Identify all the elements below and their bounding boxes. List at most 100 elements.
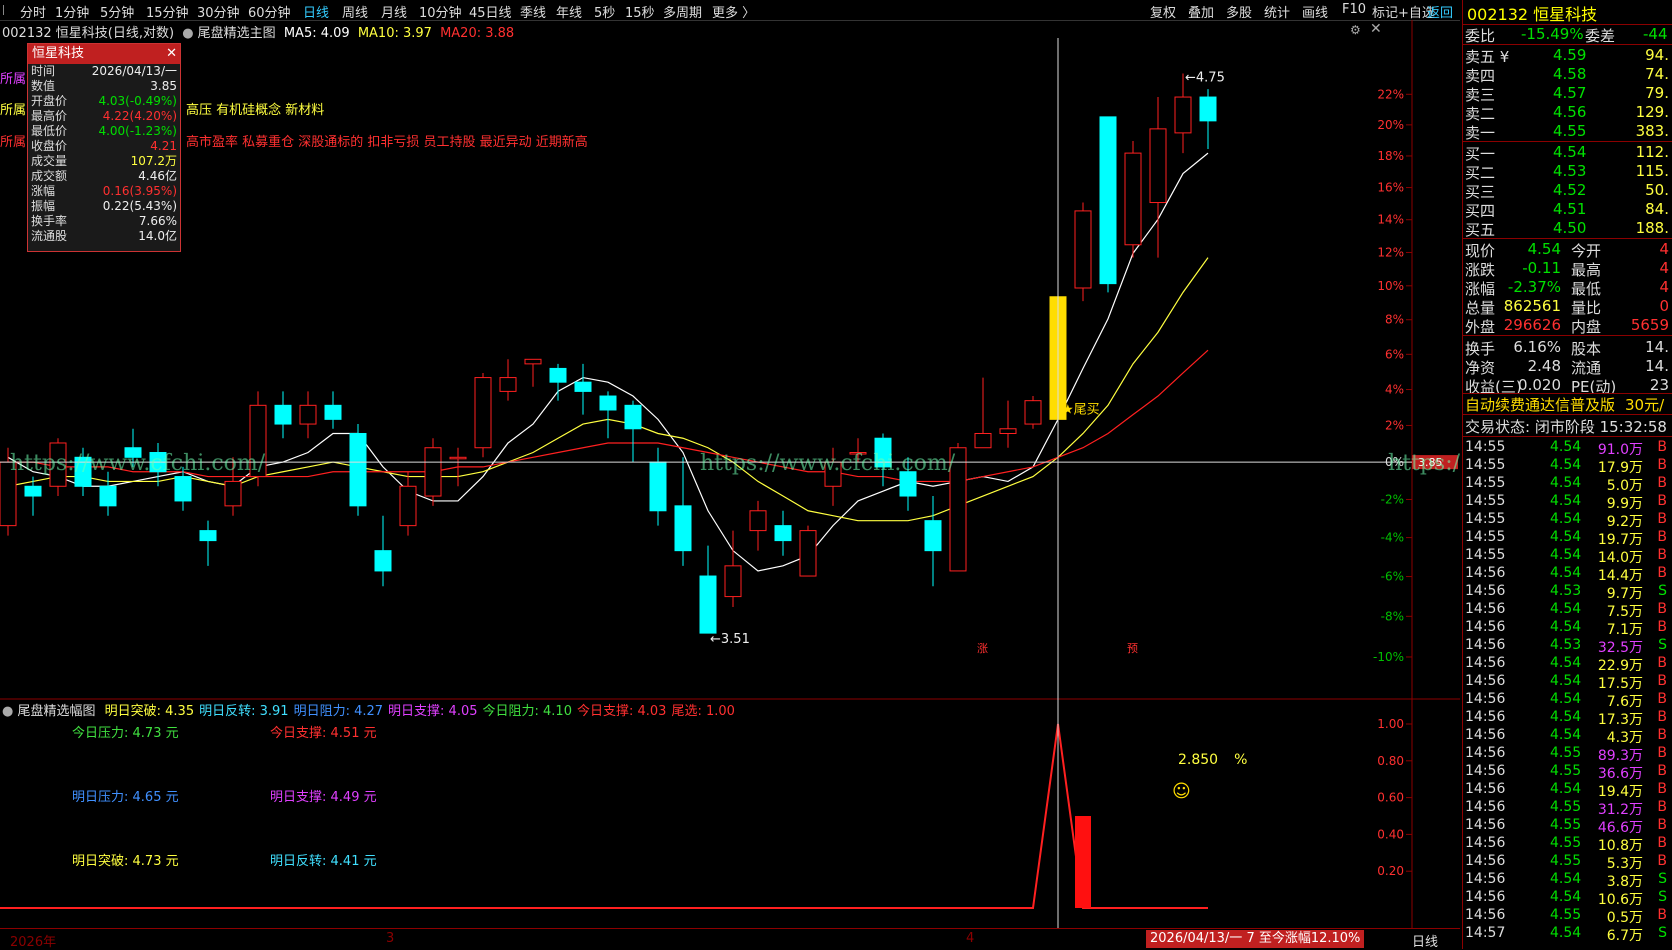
candle-body[interactable]: [324, 404, 342, 420]
period-tab[interactable]: 周线: [342, 2, 368, 21]
candle-body[interactable]: [1149, 128, 1167, 204]
sell-level[interactable]: 卖一 4.55 383.: [1463, 122, 1672, 142]
buy-level[interactable]: 买四 4.51 84.: [1463, 200, 1672, 220]
candle-body[interactable]: [974, 432, 992, 449]
period-tab[interactable]: 10分钟: [419, 2, 462, 21]
close-icon[interactable]: ✕: [1370, 21, 1382, 37]
candle-body[interactable]: [399, 485, 417, 527]
settings-icon[interactable]: ⚙: [1350, 23, 1361, 37]
wei-bi-value: -15.49%: [1521, 25, 1584, 43]
overlay-button[interactable]: 叠加: [1188, 2, 1214, 21]
more-button[interactable]: 更多 〉: [712, 2, 755, 21]
back-button[interactable]: 返回: [1427, 2, 1453, 21]
period-tab[interactable]: 分时: [20, 2, 46, 21]
tick-time: 14:55: [1465, 457, 1506, 473]
candle-body[interactable]: [174, 476, 192, 502]
candle-body[interactable]: [474, 377, 492, 449]
y-axis-pct-label: 6%: [1385, 347, 1404, 361]
y-axis-pct-label: -4%: [1381, 531, 1404, 545]
signal-bar: [1075, 816, 1091, 908]
period-tab-active[interactable]: 日线: [303, 2, 329, 21]
candle-body[interactable]: [599, 395, 617, 411]
candlestick-chart[interactable]: 22%20%18%16%14%12%10%8%6%4%2%0%-2%-4%-6%…: [0, 20, 1460, 700]
sell-level[interactable]: 卖五 ¥ 4.59 94.: [1463, 46, 1672, 66]
period-tab[interactable]: 45日线: [469, 2, 512, 21]
candle-body[interactable]: [649, 461, 667, 512]
candle-body[interactable]: [774, 525, 792, 542]
watermark: https://www.cfchi.com/: [1388, 451, 1460, 476]
candle-body[interactable]: [524, 358, 542, 365]
candle-body[interactable]: [574, 381, 592, 392]
period-tab[interactable]: 月线: [381, 2, 407, 21]
time-label: 4: [966, 931, 975, 946]
candle-body[interactable]: [799, 530, 817, 577]
period-tab[interactable]: 15秒: [625, 2, 655, 21]
wei-cha-label: 委差: [1585, 27, 1616, 45]
candle-body[interactable]: [224, 480, 242, 507]
period-tab[interactable]: 5分钟: [100, 2, 134, 21]
candle-body[interactable]: [199, 530, 217, 542]
candle-body[interactable]: [499, 377, 517, 392]
candle-body[interactable]: [924, 520, 942, 552]
candle-body[interactable]: [999, 428, 1017, 434]
period-label[interactable]: 日线: [1412, 931, 1438, 950]
panel-title: 002132 恒星科技: [1467, 5, 1598, 24]
fuquan-button[interactable]: 复权: [1150, 2, 1176, 21]
candle-body[interactable]: [624, 404, 642, 430]
period-tab[interactable]: 季线: [520, 2, 546, 21]
sell-level[interactable]: 卖四 4.58 74.: [1463, 65, 1672, 85]
close-icon[interactable]: ✕: [166, 44, 177, 64]
buy-level[interactable]: 买一 4.54 112.: [1463, 143, 1672, 163]
period-tab[interactable]: 多周期: [663, 2, 702, 21]
promo-text[interactable]: 自动续费通达信普及版: [1465, 394, 1615, 415]
indicator-name[interactable]: 尾盘精选主图: [198, 26, 276, 41]
indicator-y-label: 0.80: [1377, 754, 1404, 768]
buy-level[interactable]: 买五 4.50 188.: [1463, 219, 1672, 239]
ob-price: 4.56: [1553, 103, 1587, 121]
settings-icon[interactable]: ●: [182, 26, 193, 41]
candle-body[interactable]: [374, 550, 392, 572]
menu-icon[interactable]: [3, 5, 12, 15]
tick-row: 14:56 4.55 31.2万 B: [1463, 799, 1672, 818]
candle-body[interactable]: [1024, 400, 1042, 425]
candle-body[interactable]: [24, 485, 42, 497]
candle-body[interactable]: [274, 404, 292, 425]
buy-level[interactable]: 买三 4.52 50.: [1463, 181, 1672, 201]
period-tab[interactable]: 30分钟: [197, 2, 240, 21]
draw-button[interactable]: 画线: [1302, 2, 1328, 21]
candle-body[interactable]: [424, 447, 442, 497]
candle-body[interactable]: [1199, 96, 1217, 122]
candle-body[interactable]: [1074, 210, 1092, 289]
period-tab[interactable]: 1分钟: [55, 2, 89, 21]
quote-panel: 002132 恒星科技 委比 -15.49% 委差 -44 卖五 ¥ 4.59 94…: [1462, 0, 1672, 949]
candle-body[interactable]: [99, 485, 117, 507]
tick-price: 4.55: [1550, 799, 1582, 815]
candle-body[interactable]: [1099, 116, 1117, 285]
tick-side: B: [1657, 601, 1667, 617]
candle-body[interactable]: [449, 456, 467, 460]
period-tab[interactable]: 60分钟: [248, 2, 291, 21]
sell-level[interactable]: 卖二 4.56 129.: [1463, 103, 1672, 123]
candle-body[interactable]: [299, 404, 317, 425]
candle-body[interactable]: [349, 432, 367, 507]
f10-button[interactable]: F10: [1342, 2, 1366, 17]
candle-body[interactable]: [699, 575, 717, 634]
period-tab[interactable]: 15分钟: [146, 2, 189, 21]
stat-value: 0.020: [1518, 376, 1561, 394]
candle-body[interactable]: [1124, 152, 1142, 246]
multi-stock-button[interactable]: 多股: [1226, 2, 1252, 21]
mark-watchlist-button[interactable]: 标记+自选: [1372, 2, 1435, 21]
stats-button[interactable]: 统计: [1264, 2, 1290, 21]
candle-body[interactable]: [749, 510, 767, 532]
tick-time: 14:56: [1465, 709, 1506, 725]
candle-body[interactable]: [549, 367, 567, 383]
candle-body[interactable]: [724, 565, 742, 598]
sell-level[interactable]: 卖三 4.57 79.: [1463, 84, 1672, 104]
level-value: 4.73 元: [132, 854, 179, 869]
period-tab[interactable]: 5秒: [594, 2, 615, 21]
candle-body[interactable]: [674, 505, 692, 552]
period-tab[interactable]: 年线: [556, 2, 582, 21]
buy-level[interactable]: 买二 4.53 115.: [1463, 162, 1672, 182]
promo-row[interactable]: 自动续费通达信普及版 30元/: [1463, 394, 1672, 415]
candle-body[interactable]: [1174, 96, 1192, 134]
